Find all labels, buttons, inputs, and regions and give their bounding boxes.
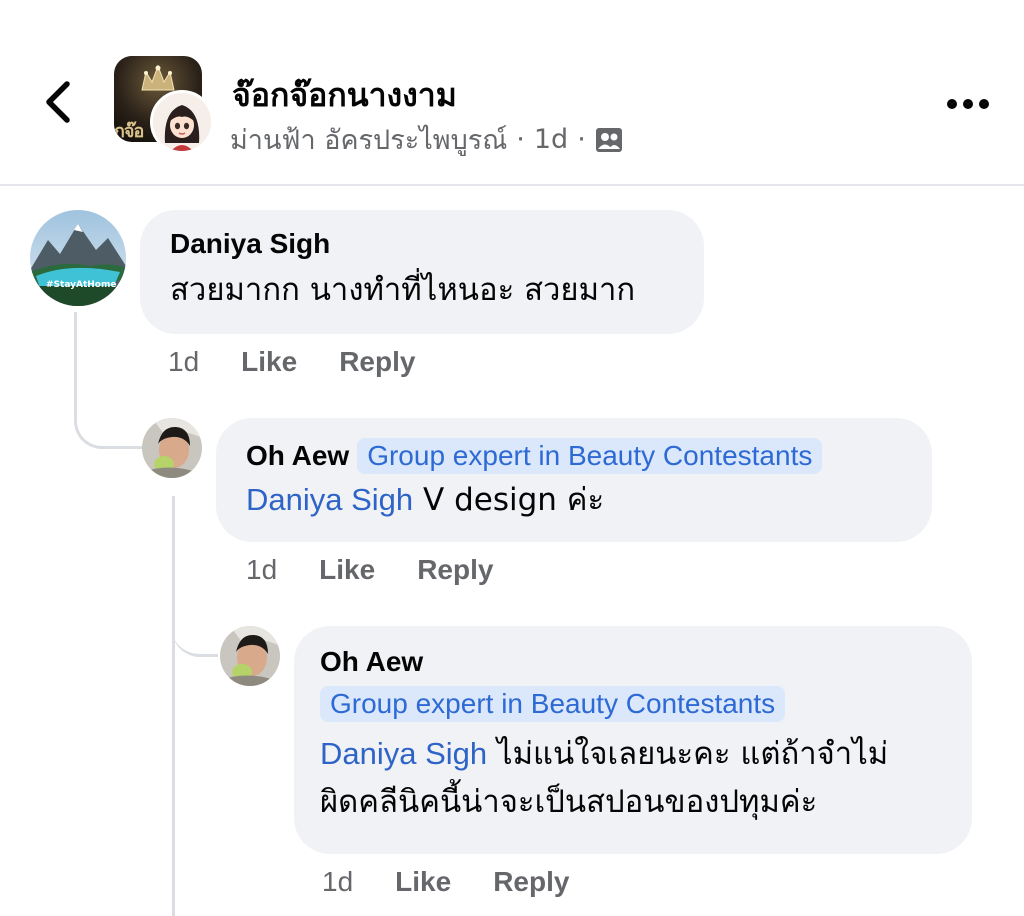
thread-connector [74,312,145,449]
mention-link[interactable]: Daniya Sigh [320,736,487,771]
comment-bubble[interactable]: Oh Aew Group expert in Beauty Contestant… [216,418,932,542]
comment-author[interactable]: Oh Aew [246,440,349,472]
comment-bubble[interactable]: Daniya Sigh สวยมากก นางทำที่ไหนอะ สวยมาก [140,210,704,334]
members-icon [595,127,622,152]
crown-icon [141,64,175,91]
comment-author[interactable]: Oh Aew [320,646,946,678]
commenter-avatar[interactable] [142,418,202,478]
thread-connector [172,496,175,916]
commenter-avatar[interactable]: #StayAtHome [30,210,126,306]
meta-separator: · [577,124,586,155]
group-expert-badge[interactable]: Group expert in Beauty Contestants [357,438,823,474]
reply-button[interactable]: Reply [339,346,415,378]
comment-text-body: V design ค่ะ [413,482,605,518]
reply-button[interactable]: Reply [417,554,493,586]
commenter-avatar[interactable] [220,626,280,686]
poster-name[interactable]: ม่านฟ้า อัครประไพบูรณ์ [230,118,507,161]
comment-bubble[interactable]: Oh Aew Group expert in Beauty Contestant… [294,626,972,854]
person-avatar-icon [142,418,202,478]
comment-time[interactable]: 1d [168,346,199,378]
avatar-overlay-text: #StayAtHome [46,280,117,290]
like-button[interactable]: Like [395,866,451,898]
post-time[interactable]: 1d [534,124,568,155]
group-expert-badge[interactable]: Group expert in Beauty Contestants [320,686,786,722]
poster-avatar[interactable] [150,90,214,154]
comment-text-line1: ไม่แน่ใจเลยนะคะ แต่ถ้าจำไม่ [487,736,889,772]
more-options-button[interactable] [940,84,996,124]
comment-actions: 1d Like Reply [246,554,535,586]
comment-text: สวยมากก นางทำที่ไหนอะ สวยมาก [170,272,636,308]
comment-time[interactable]: 1d [322,866,353,898]
group-avatar-text: กจ๊อ [114,121,144,142]
comment-actions: 1d Like Reply [322,866,611,898]
comment-text: Daniya Sigh ไม่แน่ใจเลยนะคะ แต่ถ้าจำไม่ [320,730,946,778]
person-avatar-icon [220,626,280,686]
meta-separator: · [516,124,525,155]
comment-text: Daniya Sigh V design ค่ะ [246,476,902,524]
like-button[interactable]: Like [241,346,297,378]
comment-author[interactable]: Daniya Sigh [170,228,674,260]
comment-time[interactable]: 1d [246,554,277,586]
group-name[interactable]: จ๊อกจ๊อกนางงาม [232,70,457,121]
comment-text-line2: ผิดคลีนิคนี้น่าจะเป็นสปอนของปทุมค่ะ [320,784,818,820]
cartoon-girl-avatar-icon [153,93,211,151]
comment-actions: 1d Like Reply [168,346,457,378]
like-button[interactable]: Like [319,554,375,586]
reply-button[interactable]: Reply [493,866,569,898]
mention-link[interactable]: Daniya Sigh [246,482,413,517]
post-meta: ม่านฟ้า อัครประไพบูรณ์ · 1d · [230,118,623,161]
back-button[interactable] [30,70,86,134]
mountain-lake-avatar-icon [30,210,126,306]
post-header: กจ๊อ จ๊อกจ๊อกนางงาม ม่านฟ้า อัครประไพบูร… [0,0,1024,186]
ellipsis-icon [947,99,989,109]
thread-connector [172,560,218,657]
chevron-left-icon [46,81,70,123]
